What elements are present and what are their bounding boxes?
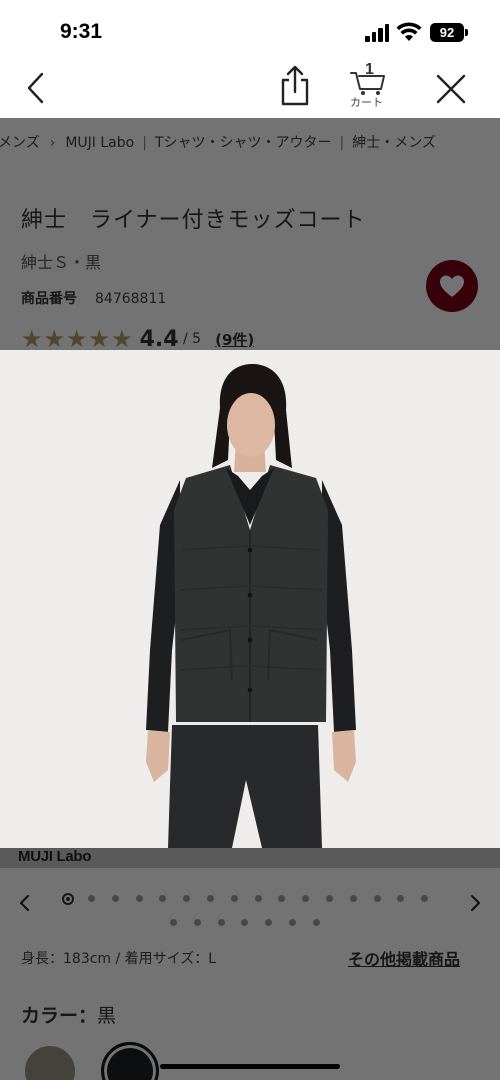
rating-max: / 5 <box>178 331 202 347</box>
carousel-dot[interactable] <box>312 919 320 926</box>
rating-stars: ★★★★★ <box>21 325 134 349</box>
carousel-dot[interactable] <box>193 919 201 926</box>
carousel-dot[interactable] <box>397 895 405 902</box>
status-time: 9:31 <box>60 20 103 43</box>
color-swatch-gray[interactable] <box>25 1046 75 1080</box>
carousel-dot[interactable] <box>170 919 177 926</box>
carousel-dot[interactable] <box>421 895 429 902</box>
breadcrumb-item[interactable]: メンズ <box>0 135 40 151</box>
carousel-dot[interactable] <box>241 919 249 926</box>
carousel-dot[interactable] <box>217 919 225 926</box>
brand-bar: MUJI Labo <box>0 848 500 868</box>
wifi-icon <box>396 22 422 41</box>
status-bar: 9:31 92 <box>0 0 500 62</box>
breadcrumb-separator: | <box>142 135 147 151</box>
carousel-dots <box>62 888 445 907</box>
rating-score: 4.4 <box>139 326 179 350</box>
color-row: カラー：黒 <box>21 1001 116 1028</box>
carousel-dot[interactable] <box>373 895 381 902</box>
cart-label: カート <box>350 96 383 109</box>
heart-icon <box>440 275 464 297</box>
carousel-controls <box>0 878 500 928</box>
other-items-link[interactable]: その他掲載商品 <box>348 946 460 970</box>
breadcrumb-separator: | <box>339 135 345 151</box>
carousel-dot[interactable] <box>183 895 191 902</box>
product-title: 紳士 ライナー付きモッズコート <box>21 208 366 233</box>
breadcrumb: メンズ › MUJI Labo | Tシャツ・シャツ・アウター | 紳士・メンズ <box>0 132 436 152</box>
review-count-link[interactable]: (9件) <box>215 331 254 349</box>
cart-button[interactable]: 1 カート <box>346 61 392 112</box>
color-swatch-black-selected[interactable] <box>101 1042 159 1080</box>
battery-icon: 92 <box>430 23 464 42</box>
carousel-dot[interactable] <box>288 919 296 926</box>
breadcrumb-item[interactable]: MUJI Labo <box>65 135 134 151</box>
chevron-right-icon[interactable] <box>464 888 486 918</box>
share-icon[interactable] <box>276 64 314 108</box>
sku-row: 商品番号 84768811 <box>21 288 166 308</box>
carousel-dot[interactable] <box>325 895 333 902</box>
carousel-dot[interactable] <box>88 895 95 902</box>
breadcrumb-item[interactable]: 紳士・メンズ <box>352 135 436 151</box>
carousel-dot[interactable] <box>206 895 214 902</box>
carousel-dot[interactable] <box>302 895 310 902</box>
product-variant: 紳士Ｓ・黒 <box>21 253 102 272</box>
carousel-dot-active[interactable] <box>62 892 74 905</box>
carousel-dot[interactable] <box>278 895 286 902</box>
sku-value: 84768811 <box>95 291 167 307</box>
signal-icon <box>365 24 391 42</box>
color-label: カラー： <box>21 1005 98 1027</box>
close-icon[interactable] <box>434 72 468 106</box>
favorite-button[interactable] <box>426 260 478 312</box>
cart-count-badge: 1 <box>365 61 374 78</box>
carousel-dot[interactable] <box>111 895 119 902</box>
carousel-dot[interactable] <box>135 895 143 902</box>
breadcrumb-item[interactable]: Tシャツ・シャツ・アウター <box>155 135 332 151</box>
model-photo <box>0 350 500 848</box>
scroll-indicator <box>160 1064 340 1069</box>
battery-nub <box>465 29 468 36</box>
chevron-right-icon: › <box>49 135 56 151</box>
chevron-left-icon[interactable] <box>14 888 36 918</box>
brand-label: MUJI Labo <box>18 848 92 865</box>
carousel-dot[interactable] <box>265 919 273 926</box>
model-info: 身長：183cm / 着用サイズ：L <box>21 951 217 967</box>
rating-row: ★★★★★ 4.4 / 5 (9件) <box>21 325 254 349</box>
sku-label: 商品番号 <box>21 291 77 307</box>
carousel-dot[interactable] <box>230 895 238 902</box>
nav-bar: 1 カート <box>0 61 500 118</box>
carousel-dot[interactable] <box>159 895 167 902</box>
color-value: 黒 <box>97 1005 117 1027</box>
carousel-dot[interactable] <box>349 895 357 902</box>
back-chevron-icon[interactable] <box>22 70 52 106</box>
product-image[interactable] <box>0 350 500 848</box>
carousel-dot[interactable] <box>254 895 262 902</box>
carousel-dots-row2 <box>170 912 337 931</box>
